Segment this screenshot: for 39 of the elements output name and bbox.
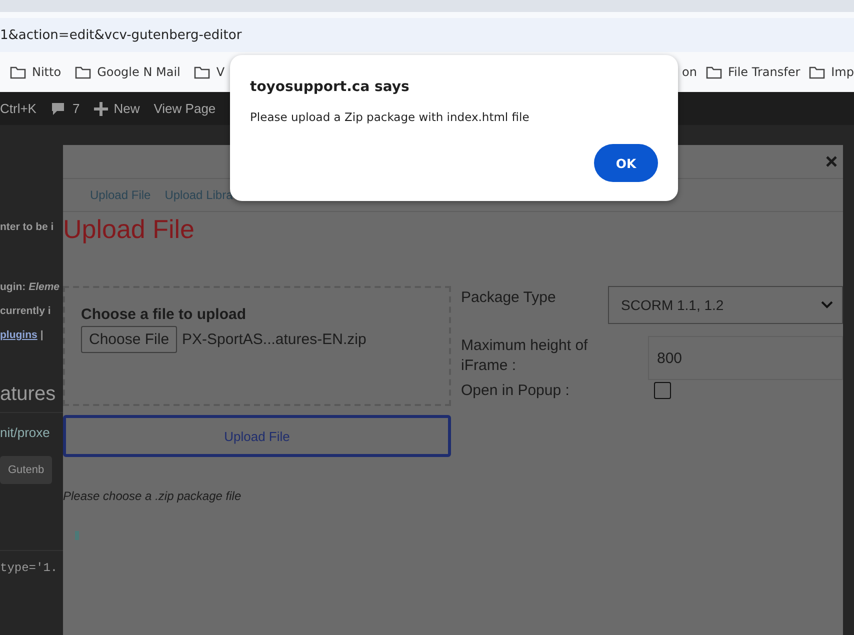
shortcut-label: Ctrl+K [0,101,36,116]
comments-link[interactable]: 7 [50,100,80,116]
editor-button[interactable]: Gutenb [0,456,52,484]
chevron-down-icon [821,301,833,309]
folder-icon [75,66,92,78]
max-height-label: Maximum height of iFrame : [461,336,589,376]
folder-icon [194,66,210,78]
folder-icon [10,66,26,78]
page-text: ugin: Eleme [0,281,61,295]
path-text: nit/proxe [0,425,51,440]
plugins-link[interactable]: plugins [0,329,38,341]
hint-text: Please choose a .zip package file [63,489,242,503]
bookmark[interactable]: Nitto [10,65,62,79]
plus-icon [94,102,108,116]
new-link[interactable]: New [94,101,140,116]
progress-marker-icon [75,531,79,540]
separator-text: | [40,329,44,341]
view-page-link[interactable]: View Page [154,101,216,116]
folder-icon [809,66,826,78]
ok-button[interactable]: OK [594,144,658,182]
file-name: PX-SportAS...atures-EN.zip [182,331,366,348]
popup-label: Open in Popup : [461,382,570,399]
modal-title: Upload File [63,213,196,246]
alert-title: toyosupport.ca says [250,79,410,95]
file-label: Choose a file to upload [81,306,248,323]
bookmark[interactable]: Google N Mail [75,65,180,79]
alert-message: Please upload a Zip package with index.html file [250,110,530,124]
folder-icon [706,66,722,78]
speech-bubble-icon [50,100,66,116]
bookmark[interactable]: V [194,65,225,79]
address-bar[interactable]: 1&action=edit&vcv-gutenberg-editor [0,18,854,52]
bookmark[interactable]: on [682,65,697,79]
bookmark[interactable]: File Transfer [706,65,800,79]
package-type-label: Package Type [461,288,556,308]
page-text: nter to be i [0,221,55,235]
page-text: currently i [0,305,52,319]
popup-checkbox[interactable] [654,382,671,399]
bookmark[interactable]: Imp [809,65,854,79]
close-icon[interactable] [826,156,837,167]
